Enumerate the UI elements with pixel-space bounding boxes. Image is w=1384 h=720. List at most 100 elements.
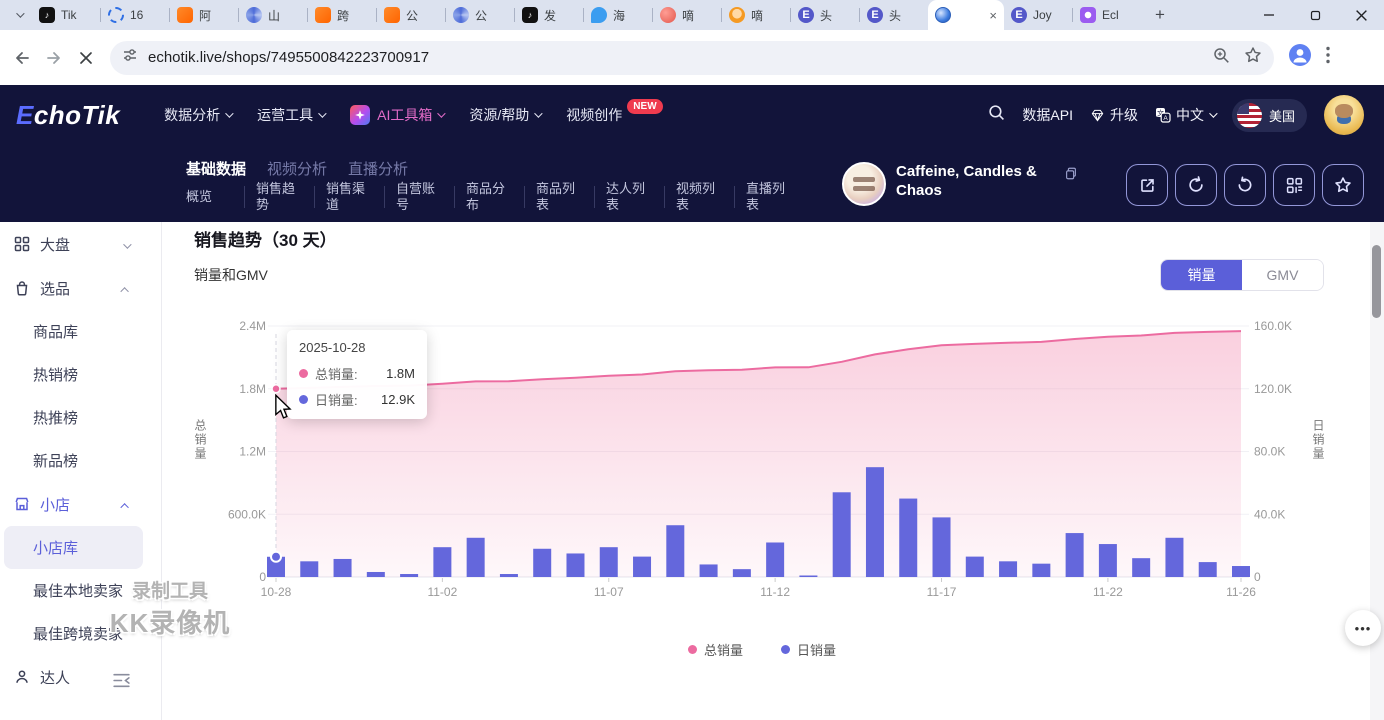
- daily-sales-bar[interactable]: [566, 553, 584, 577]
- scrollbar-thumb[interactable]: [1372, 245, 1381, 318]
- tab[interactable]: 海: [584, 0, 652, 30]
- close-tab-icon[interactable]: ×: [989, 8, 997, 23]
- tab[interactable]: 嘀: [653, 0, 721, 30]
- sidebar-subitem-商品库[interactable]: 商品库: [0, 310, 161, 353]
- subtab-商品列表[interactable]: 商品列表: [534, 181, 592, 213]
- daily-sales-bar[interactable]: [1232, 566, 1250, 577]
- daily-sales-bar[interactable]: [334, 559, 352, 577]
- nav-item-资源/帮助[interactable]: 资源/帮助: [469, 105, 540, 125]
- daily-sales-bar[interactable]: [400, 574, 418, 577]
- tab[interactable]: Ecl: [1073, 0, 1141, 30]
- daily-sales-bar[interactable]: [1199, 562, 1217, 577]
- collapse-sidebar-icon[interactable]: [112, 672, 131, 694]
- zoom-page-icon[interactable]: [1213, 47, 1230, 69]
- sidebar-item-选品[interactable]: 选品: [0, 266, 161, 310]
- bookmark-star-icon[interactable]: [1244, 46, 1262, 69]
- more-actions-button[interactable]: •••: [1345, 610, 1381, 646]
- sidebar-subitem-新品榜[interactable]: 新品榜: [0, 439, 161, 482]
- toggle-销量[interactable]: 销量: [1161, 260, 1242, 290]
- nav-item-视频创作[interactable]: 视频创作NEW: [566, 105, 662, 125]
- daily-sales-bar[interactable]: [467, 538, 485, 577]
- sync-refresh-button[interactable]: [1175, 164, 1217, 206]
- daily-sales-bar[interactable]: [1032, 564, 1050, 577]
- site-info-icon[interactable]: [122, 47, 138, 68]
- search-icon[interactable]: [988, 104, 1005, 126]
- sidebar-subitem-热销榜[interactable]: 热销榜: [0, 353, 161, 396]
- daily-sales-bar[interactable]: [666, 525, 684, 577]
- daily-sales-bar[interactable]: [500, 574, 518, 577]
- profile-icon[interactable]: [1288, 43, 1312, 72]
- page-scrollbar[interactable]: [1370, 222, 1384, 720]
- region-selector[interactable]: 美国: [1232, 99, 1307, 132]
- subtab-商品分布[interactable]: 商品分布: [464, 181, 522, 213]
- share-link-button[interactable]: [1224, 164, 1266, 206]
- tab[interactable]: 跨: [308, 0, 376, 30]
- nav-item-AI工具箱[interactable]: AI工具箱: [350, 105, 443, 125]
- daily-sales-bar[interactable]: [833, 492, 851, 577]
- tab-直播分析[interactable]: 直播分析: [348, 158, 408, 179]
- language-selector[interactable]: 文A 中文: [1155, 105, 1215, 125]
- tab[interactable]: 公: [377, 0, 445, 30]
- tab[interactable]: E头: [791, 0, 859, 30]
- tab[interactable]: ♪发: [515, 0, 583, 30]
- daily-sales-bar[interactable]: [933, 517, 951, 577]
- subtab-达人列表[interactable]: 达人列表: [604, 181, 662, 213]
- daily-sales-bar[interactable]: [300, 561, 318, 577]
- toggle-GMV[interactable]: GMV: [1242, 260, 1323, 290]
- favorite-star-button[interactable]: [1322, 164, 1364, 206]
- nav-item-运营工具[interactable]: 运营工具: [257, 105, 324, 125]
- address-bar[interactable]: echotik.live/shops/7495500842223700917: [110, 41, 1274, 75]
- daily-sales-bar[interactable]: [1165, 538, 1183, 577]
- subtab-概览[interactable]: 概览: [184, 189, 242, 205]
- tab[interactable]: 山: [239, 0, 307, 30]
- daily-sales-bar[interactable]: [633, 557, 651, 577]
- back-button[interactable]: [6, 42, 38, 74]
- daily-sales-bar[interactable]: [700, 564, 718, 577]
- daily-sales-bar[interactable]: [766, 542, 784, 577]
- stop-loading-button[interactable]: [70, 42, 102, 74]
- daily-sales-bar[interactable]: [600, 547, 618, 577]
- subtab-视频列表[interactable]: 视频列表: [674, 181, 732, 213]
- maximize-button[interactable]: [1292, 0, 1338, 30]
- nav-item-数据分析[interactable]: 数据分析: [164, 105, 231, 125]
- daily-sales-bar[interactable]: [733, 569, 751, 577]
- tab[interactable]: 16: [101, 0, 169, 30]
- tab[interactable]: 嘀: [722, 0, 790, 30]
- tab-基础数据[interactable]: 基础数据: [186, 158, 246, 179]
- copy-icon[interactable]: [1064, 166, 1078, 186]
- tab[interactable]: EJoy: [1004, 0, 1072, 30]
- daily-sales-bar[interactable]: [367, 572, 385, 577]
- daily-sales-bar[interactable]: [1066, 533, 1084, 577]
- subtab-销售渠道[interactable]: 销售渠道: [324, 181, 382, 213]
- data-api-link[interactable]: 数据API: [1022, 105, 1073, 125]
- subtab-销售趋势[interactable]: 销售趋势: [254, 181, 312, 213]
- sidebar-item-达人[interactable]: 达人: [0, 655, 161, 699]
- daily-sales-bar[interactable]: [899, 499, 917, 577]
- sidebar-item-小店[interactable]: 小店: [0, 482, 161, 526]
- daily-sales-bar[interactable]: [533, 549, 551, 577]
- close-window-button[interactable]: [1338, 0, 1384, 30]
- open-external-button[interactable]: [1126, 164, 1168, 206]
- qr-code-button[interactable]: [1273, 164, 1315, 206]
- daily-sales-bar[interactable]: [1099, 544, 1117, 577]
- browser-menu-icon[interactable]: [1326, 46, 1330, 69]
- echotik-logo[interactable]: EchoTik: [16, 100, 120, 131]
- legend-日销量[interactable]: 日销量: [781, 640, 836, 659]
- minimize-button[interactable]: [1246, 0, 1292, 30]
- sidebar-subitem-小店库[interactable]: 小店库: [4, 526, 143, 569]
- daily-sales-bar[interactable]: [799, 576, 817, 578]
- forward-button[interactable]: [38, 42, 70, 74]
- sidebar-subitem-热推榜[interactable]: 热推榜: [0, 396, 161, 439]
- legend-总销量[interactable]: 总销量: [688, 640, 743, 659]
- subtab-自营账号[interactable]: 自营账号: [394, 181, 452, 213]
- tab[interactable]: ♪Tik: [32, 0, 100, 30]
- tab[interactable]: 公: [446, 0, 514, 30]
- daily-sales-bar[interactable]: [866, 467, 884, 577]
- tab[interactable]: 阿: [170, 0, 238, 30]
- sidebar-item-大盘[interactable]: 大盘: [0, 222, 161, 266]
- tab[interactable]: E头: [860, 0, 928, 30]
- tab-list-chevron-icon[interactable]: [6, 5, 32, 25]
- user-avatar[interactable]: [1324, 95, 1364, 135]
- subtab-直播列表[interactable]: 直播列表: [744, 181, 802, 213]
- new-tab-button[interactable]: +: [1147, 2, 1173, 28]
